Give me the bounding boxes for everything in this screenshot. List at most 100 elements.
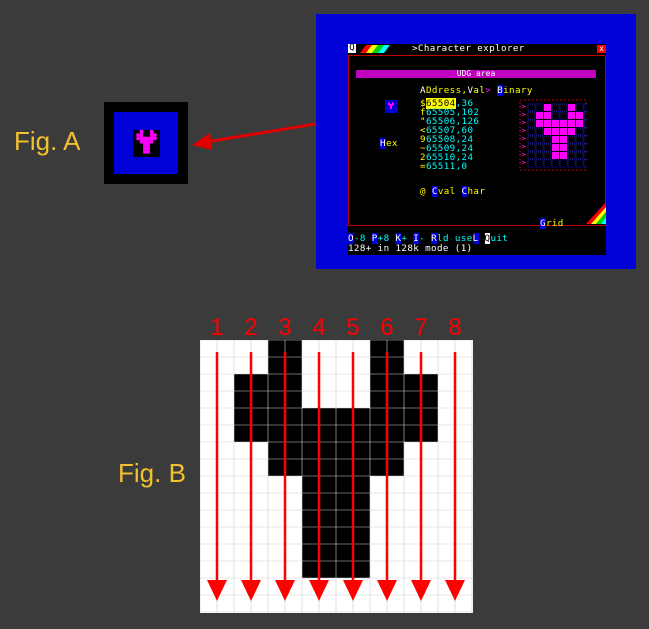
grid-cell[interactable] bbox=[559, 159, 568, 168]
address-row[interactable]: =65511,0 bbox=[420, 162, 467, 172]
column-number: 7 bbox=[414, 314, 428, 341]
glyph-pixel bbox=[149, 133, 154, 137]
column-header: ADdress,Val> Binary bbox=[420, 85, 533, 96]
grid-cell[interactable] bbox=[583, 135, 587, 144]
grid-cell[interactable] bbox=[535, 135, 544, 144]
udg-area-bar: UDG area bbox=[356, 70, 596, 78]
glyph-pixel bbox=[391, 105, 392, 106]
grid-cell[interactable] bbox=[552, 128, 559, 135]
grid-cell[interactable] bbox=[544, 112, 551, 119]
grid-cell[interactable] bbox=[536, 112, 543, 119]
grid-cell[interactable] bbox=[527, 159, 536, 168]
zx-window-title: >Character explorer bbox=[412, 43, 525, 54]
grid-cell[interactable] bbox=[560, 120, 567, 127]
fig-a-glyph bbox=[133, 130, 160, 157]
hdr-binary: inary bbox=[503, 85, 533, 96]
grid-cell[interactable] bbox=[560, 128, 567, 135]
glyph-pixel bbox=[146, 143, 150, 147]
column-number: 1 bbox=[210, 314, 224, 341]
grid-cell[interactable] bbox=[544, 104, 551, 111]
grid-cell[interactable] bbox=[527, 143, 536, 152]
grid-cell[interactable] bbox=[568, 128, 575, 135]
grid-cell[interactable] bbox=[551, 103, 560, 112]
zx-paper: Q >Character explorer x UDG area ADdress… bbox=[348, 44, 606, 255]
grid-cell[interactable] bbox=[559, 111, 568, 120]
glyph-pixel bbox=[149, 136, 154, 141]
close-icon[interactable]: x bbox=[597, 45, 606, 53]
grid-cell[interactable] bbox=[583, 151, 587, 160]
grid-cell[interactable] bbox=[568, 120, 575, 127]
glyph-pixel bbox=[389, 103, 390, 104]
glyph-pixel bbox=[388, 104, 389, 105]
grid-cell[interactable] bbox=[551, 159, 560, 168]
key-l[interactable]: L bbox=[472, 233, 479, 244]
grid-cell[interactable] bbox=[551, 111, 560, 120]
grid-cell[interactable] bbox=[567, 135, 576, 144]
grid-cell[interactable] bbox=[527, 127, 536, 136]
row-address: 65511 bbox=[425, 161, 456, 172]
grid-cell[interactable] bbox=[527, 151, 536, 160]
grid-cell[interactable] bbox=[543, 151, 552, 160]
grid-cell[interactable] bbox=[535, 151, 544, 160]
grid-cell[interactable] bbox=[560, 144, 567, 151]
grid-cell[interactable] bbox=[575, 143, 584, 152]
grid-cell[interactable] bbox=[543, 159, 552, 168]
grid-cell[interactable] bbox=[583, 103, 587, 112]
grid-cell[interactable] bbox=[576, 120, 583, 127]
grid-cell[interactable] bbox=[535, 103, 544, 112]
grid-cell[interactable] bbox=[544, 128, 551, 135]
grid-cell[interactable] bbox=[567, 159, 576, 168]
grid-cell[interactable] bbox=[552, 120, 559, 127]
grid-cell[interactable] bbox=[535, 127, 544, 136]
glyph-pixel bbox=[390, 107, 391, 108]
grid-cell[interactable] bbox=[560, 152, 567, 159]
grid-cell[interactable] bbox=[583, 143, 587, 152]
grid-cell[interactable] bbox=[527, 111, 536, 120]
grid-cell[interactable] bbox=[575, 135, 584, 144]
grid-cell[interactable] bbox=[583, 119, 587, 128]
grid-cell[interactable] bbox=[536, 120, 543, 127]
hdr-sep: > bbox=[485, 85, 492, 96]
grid-cell[interactable] bbox=[567, 143, 576, 152]
row-marker: > bbox=[521, 158, 526, 167]
glyph-pixel bbox=[388, 103, 389, 104]
glyph-pixel bbox=[392, 105, 393, 106]
glyph-pixel bbox=[393, 104, 394, 105]
glyph-pixel bbox=[146, 140, 150, 144]
grid-cell[interactable] bbox=[544, 120, 551, 127]
grid-cell[interactable] bbox=[583, 127, 587, 136]
glyph-pixel bbox=[143, 136, 147, 141]
grid-cell[interactable] bbox=[552, 144, 559, 151]
glyph-pixel bbox=[136, 136, 140, 141]
glyph-pixel bbox=[392, 104, 393, 105]
grid-cell[interactable] bbox=[568, 112, 575, 119]
rainbow-stripe-icon bbox=[360, 45, 390, 53]
glyph-pixel bbox=[149, 130, 154, 134]
grid-cell[interactable] bbox=[575, 127, 584, 136]
zx-q-glyph[interactable]: Q bbox=[348, 44, 356, 53]
grid-cell[interactable] bbox=[543, 135, 552, 144]
grid-cell[interactable] bbox=[543, 143, 552, 152]
options-line: @ Cval Char bbox=[420, 186, 485, 197]
grid-cell[interactable] bbox=[575, 159, 584, 168]
zx-title-bar: Q >Character explorer x bbox=[348, 44, 606, 54]
grid-cell[interactable] bbox=[527, 119, 536, 128]
grid-cell[interactable] bbox=[567, 151, 576, 160]
grid-cell[interactable] bbox=[552, 136, 559, 143]
grid-cell[interactable] bbox=[560, 136, 567, 143]
grid-cell[interactable] bbox=[527, 135, 536, 144]
grid-cell[interactable] bbox=[576, 112, 583, 119]
glyph-pixel bbox=[136, 133, 140, 137]
grid-cell[interactable] bbox=[568, 104, 575, 111]
hex-option[interactable]: Hex bbox=[380, 138, 398, 149]
grid-cell[interactable] bbox=[535, 159, 544, 168]
grid-cell[interactable] bbox=[583, 111, 587, 120]
grid-cell[interactable] bbox=[575, 103, 584, 112]
grid-cell[interactable] bbox=[552, 152, 559, 159]
grid-cell[interactable] bbox=[559, 103, 568, 112]
grid-cell[interactable] bbox=[583, 159, 587, 168]
grid-option[interactable]: Grid bbox=[540, 218, 564, 229]
grid-cell[interactable] bbox=[527, 103, 536, 112]
grid-cell[interactable] bbox=[575, 151, 584, 160]
grid-cell[interactable] bbox=[535, 143, 544, 152]
